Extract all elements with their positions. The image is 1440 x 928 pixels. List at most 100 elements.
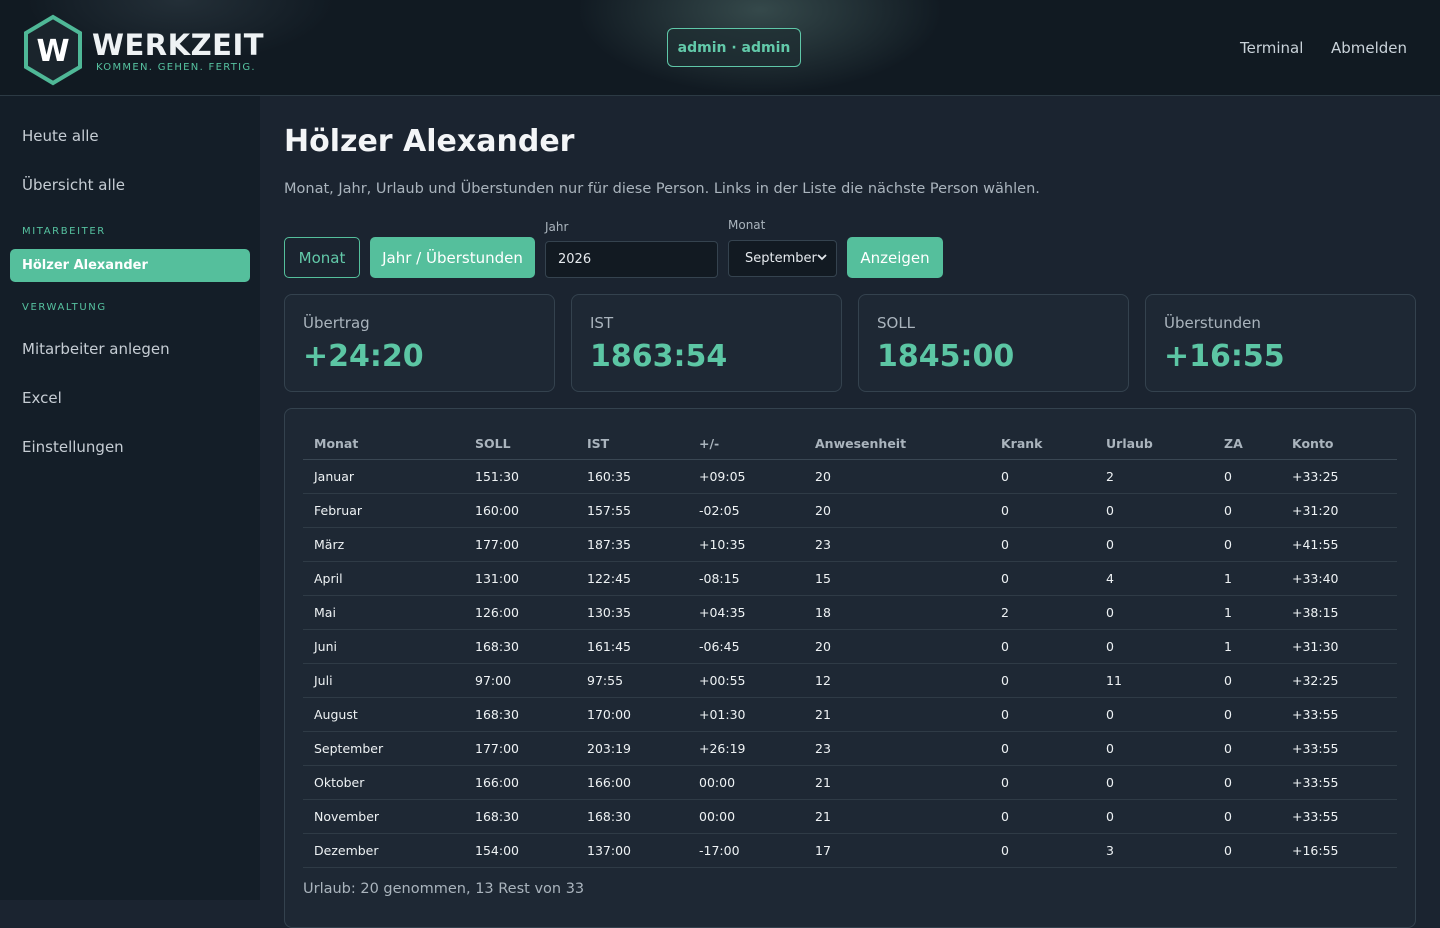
table-cell: August [303, 697, 464, 732]
column-header-vacation: Urlaub [1095, 429, 1213, 460]
table-cell: 168:30 [464, 629, 576, 664]
table-cell: +41:55 [1281, 527, 1397, 562]
table-cell: -08:15 [688, 561, 804, 596]
table-cell: November [303, 799, 464, 834]
table-cell: 168:30 [576, 799, 688, 834]
carryover-card: Übertrag +24:20 [284, 294, 555, 392]
table-cell: 0 [1095, 629, 1213, 664]
sidebar-item-today-all[interactable]: Heute alle [22, 127, 99, 145]
card-label: IST [590, 314, 614, 332]
sidebar-section-staff: MITARBEITER [22, 226, 106, 237]
table-cell: Mai [303, 595, 464, 630]
table-cell: 0 [1095, 765, 1213, 800]
show-button[interactable]: Anzeigen [847, 237, 943, 278]
table-cell: +10:35 [688, 527, 804, 562]
table-cell: 151:30 [464, 459, 576, 494]
table-row: Januar 151:30 160:35 +09:05 20 0 2 0 +33:25 [303, 459, 1397, 494]
card-value: +24:20 [303, 339, 424, 374]
table-cell: 0 [1213, 697, 1281, 732]
table-cell: +09:05 [688, 459, 804, 494]
table-cell: 23 [804, 527, 990, 562]
table-cell: 177:00 [464, 731, 576, 766]
table-cell: 0 [1213, 833, 1281, 868]
table-cell: Dezember [303, 833, 464, 868]
column-header-target: SOLL [464, 429, 576, 460]
brand-name: WERKZEIT [92, 28, 265, 62]
overtime-card: Überstunden +16:55 [1145, 294, 1416, 392]
table-cell: 0 [1213, 731, 1281, 766]
table-cell: +33:40 [1281, 561, 1397, 596]
sidebar-item-add-employee[interactable]: Mitarbeiter anlegen [22, 340, 170, 358]
table-cell: +33:55 [1281, 765, 1397, 800]
table-cell: 203:19 [576, 731, 688, 766]
table-cell: 0 [1095, 697, 1213, 732]
column-header-presence: Anwesenheit [804, 429, 990, 460]
table-cell: 0 [990, 459, 1095, 494]
table-row: Februar 160:00 157:55 -02:05 20 0 0 0 +31:20 [303, 493, 1397, 528]
month-view-button[interactable]: Monat [284, 237, 360, 278]
card-value: +16:55 [1164, 339, 1285, 374]
table-cell: 0 [1095, 527, 1213, 562]
table-cell: 166:00 [464, 765, 576, 800]
sidebar-item-excel[interactable]: Excel [22, 389, 62, 407]
table-cell: 0 [1213, 799, 1281, 834]
table-cell: 17 [804, 833, 990, 868]
column-header-diff: +/- [688, 429, 804, 460]
table-row: April 131:00 122:45 -08:15 15 0 4 1 +33:40 [303, 561, 1397, 596]
table-cell: 161:45 [576, 629, 688, 664]
table-cell: 1 [1213, 629, 1281, 664]
table-cell: 0 [990, 527, 1095, 562]
table-cell: 122:45 [576, 561, 688, 596]
table-cell: 0 [990, 731, 1095, 766]
table-cell: 0 [990, 799, 1095, 834]
user-badge[interactable]: admin · admin [667, 28, 801, 67]
top-bar: W WERKZEIT KOMMEN. GEHEN. FERTIG. admin … [0, 0, 1440, 96]
nav-logout-link[interactable]: Abmelden [1331, 39, 1407, 57]
year-input[interactable]: 2026 [545, 241, 718, 278]
werkzeit-logo-icon[interactable]: W [22, 14, 84, 86]
column-header-sick: Krank [990, 429, 1095, 460]
table-cell: +33:55 [1281, 731, 1397, 766]
sidebar-item-active-employee[interactable]: Hölzer Alexander [10, 249, 250, 282]
table-cell: 130:35 [576, 595, 688, 630]
table-cell: 157:55 [576, 493, 688, 528]
table-cell: 0 [1213, 493, 1281, 528]
table-row: Dezember 154:00 137:00 -17:00 17 0 3 0 +16:55 [303, 833, 1397, 868]
table-cell: 154:00 [464, 833, 576, 868]
table-cell: 00:00 [688, 799, 804, 834]
page-description: Monat, Jahr, Urlaub und Überstunden nur … [284, 181, 1040, 197]
month-select-value: September [745, 251, 817, 266]
table-cell: 15 [804, 561, 990, 596]
table-cell: +31:30 [1281, 629, 1397, 664]
table-cell: 20 [804, 629, 990, 664]
table-cell: 97:55 [576, 663, 688, 698]
sidebar-item-overview-all[interactable]: Übersicht alle [22, 176, 125, 194]
table-cell: 160:00 [464, 493, 576, 528]
table-row: August 168:30 170:00 +01:30 21 0 0 0 +33:55 [303, 697, 1397, 732]
table-cell: -02:05 [688, 493, 804, 528]
table-cell: -17:00 [688, 833, 804, 868]
table-cell: März [303, 527, 464, 562]
nav-terminal-link[interactable]: Terminal [1240, 39, 1303, 57]
table-cell: 0 [990, 561, 1095, 596]
column-header-month: Monat [303, 429, 464, 460]
table-cell: 0 [1095, 493, 1213, 528]
table-row: Juni 168:30 161:45 -06:45 20 0 0 1 +31:30 [303, 629, 1397, 664]
table-row: September 177:00 203:19 +26:19 23 0 0 0 +33:55 [303, 731, 1397, 766]
table-cell: 168:30 [464, 697, 576, 732]
table-cell: +00:55 [688, 663, 804, 698]
sidebar-item-settings[interactable]: Einstellungen [22, 438, 124, 456]
year-overtime-button[interactable]: Jahr / Überstunden [370, 237, 535, 278]
month-select[interactable]: September [728, 240, 837, 277]
table-cell: 0 [1095, 799, 1213, 834]
chevron-down-icon [817, 254, 827, 261]
brand-tagline: KOMMEN. GEHEN. FERTIG. [96, 62, 256, 73]
table-cell: +26:19 [688, 731, 804, 766]
card-label: SOLL [877, 314, 916, 332]
table-cell: 21 [804, 697, 990, 732]
table-cell: 21 [804, 799, 990, 834]
table-row: Juli 97:00 97:55 +00:55 12 0 11 0 +32:25 [303, 663, 1397, 698]
table-cell: 0 [1213, 765, 1281, 800]
table-cell: 168:30 [464, 799, 576, 834]
table-cell: Februar [303, 493, 464, 528]
